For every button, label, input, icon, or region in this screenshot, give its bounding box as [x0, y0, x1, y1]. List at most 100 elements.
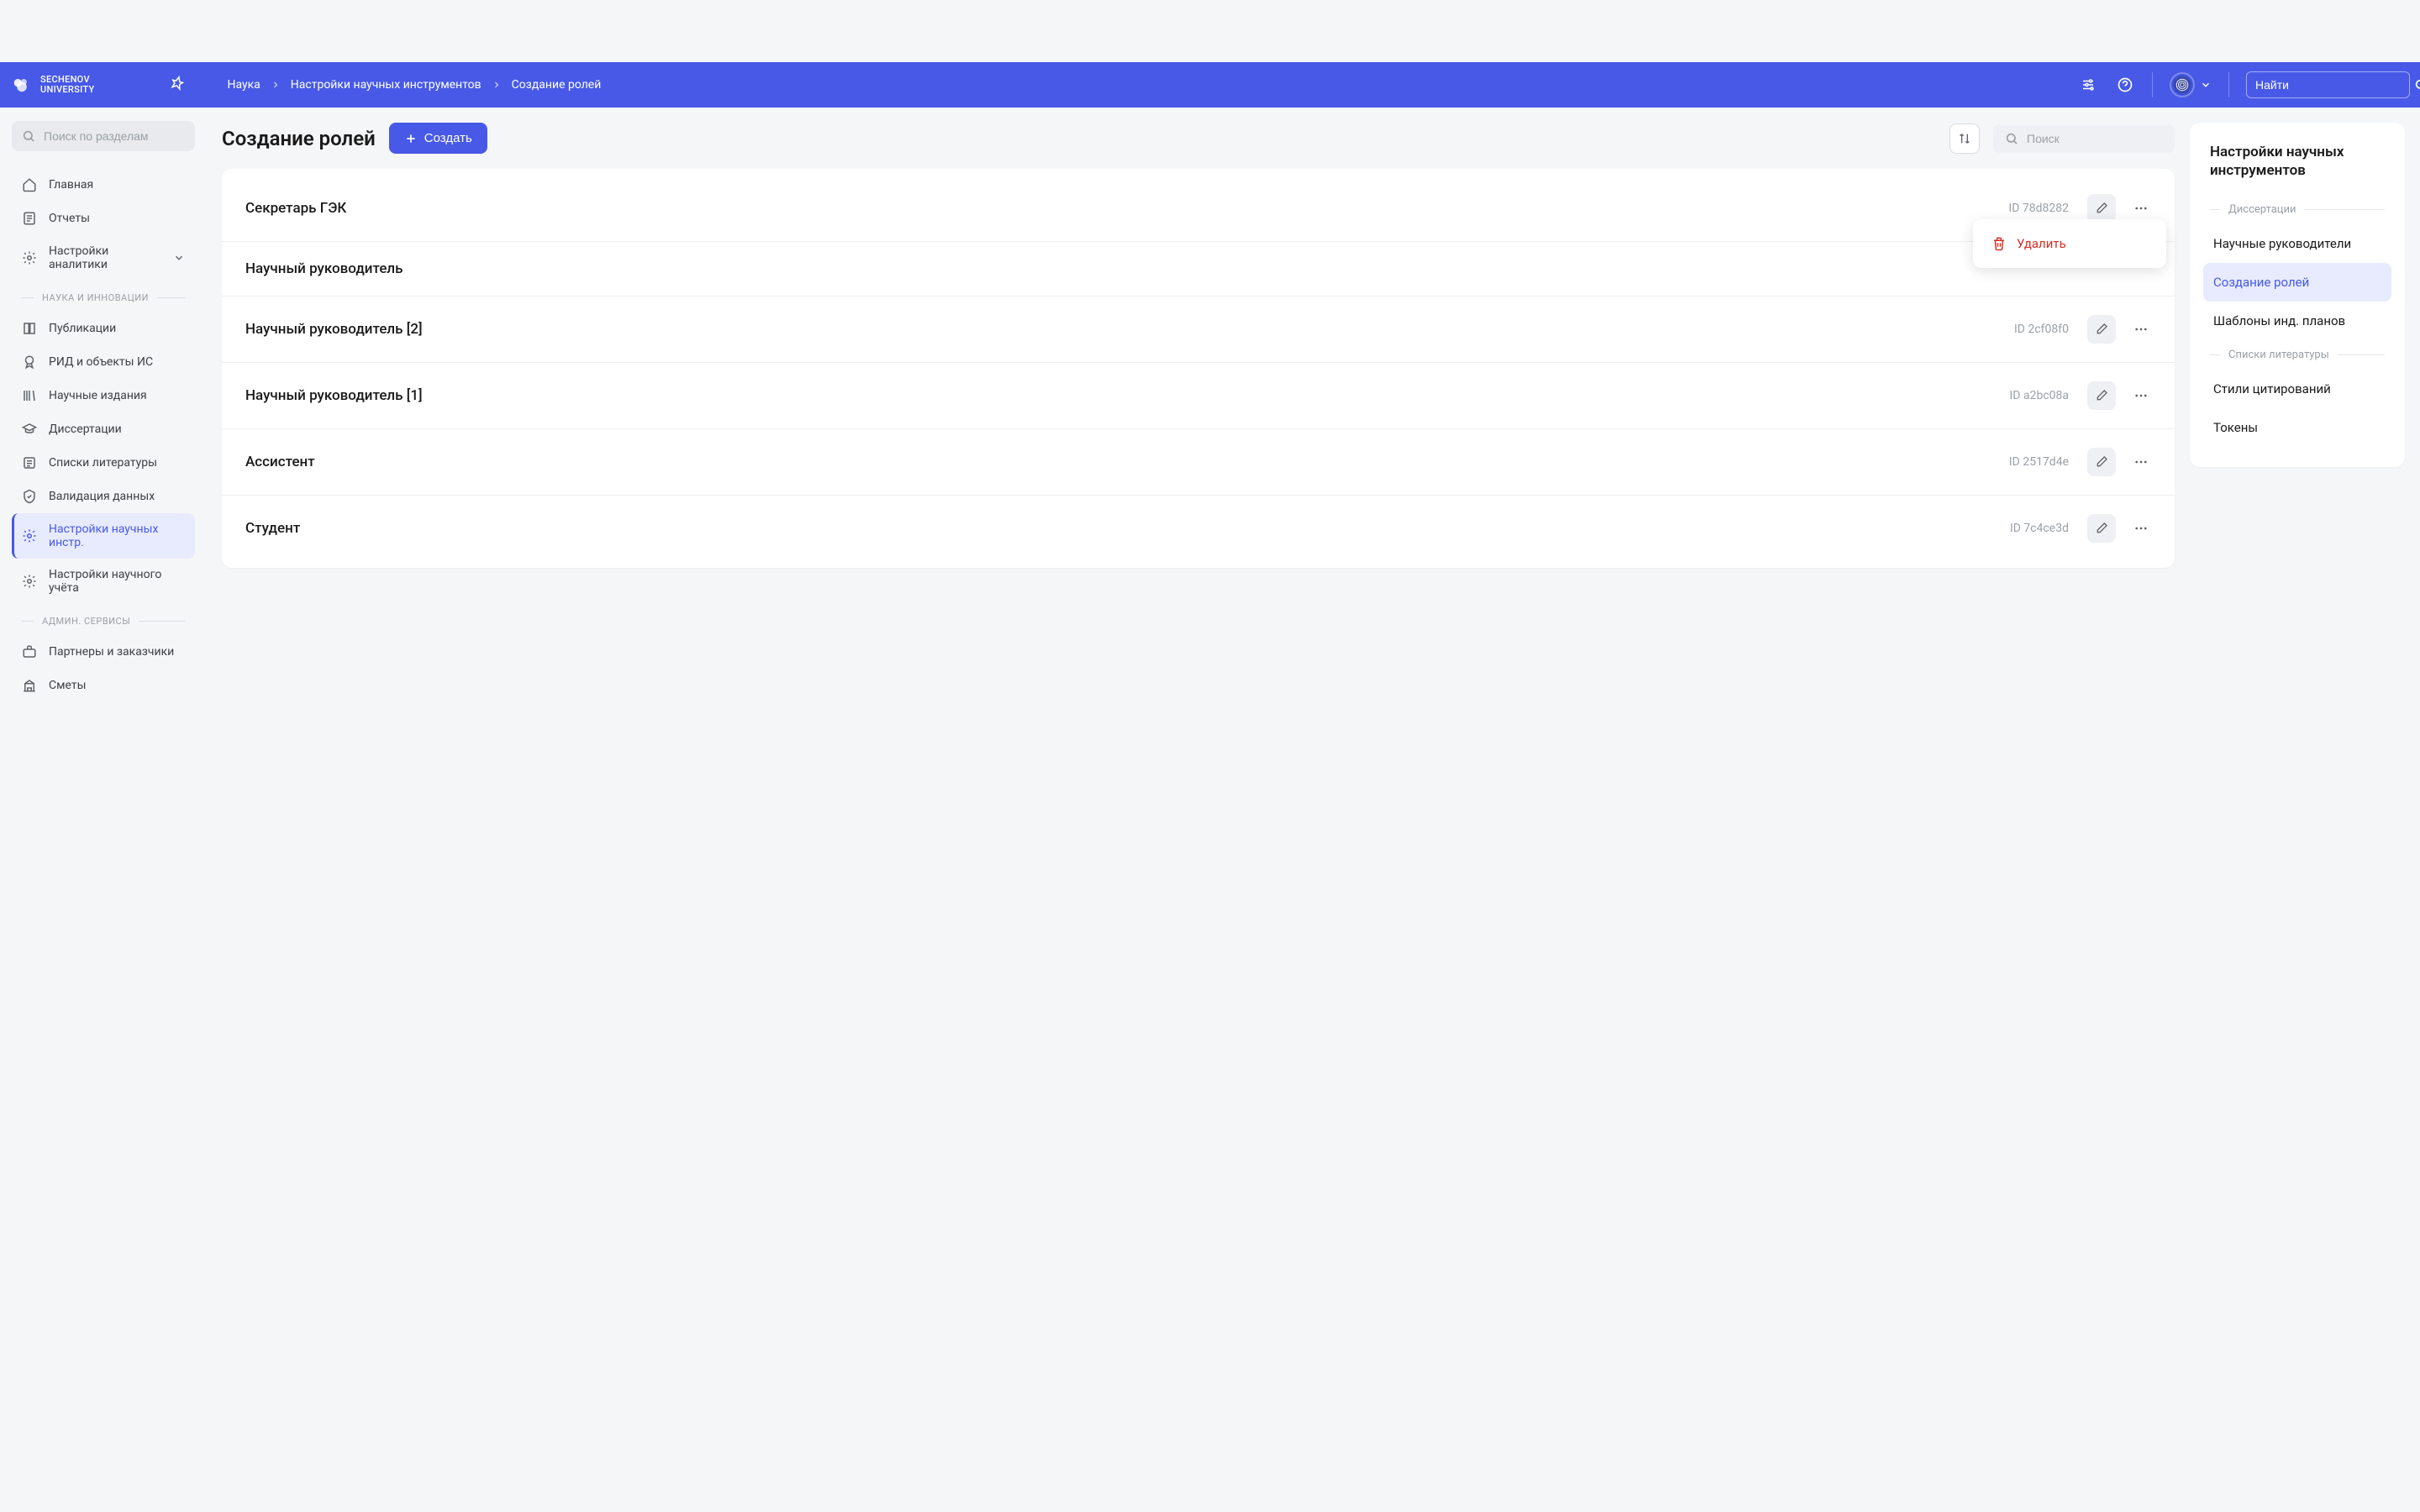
role-id: ID 2517d4e	[2009, 455, 2069, 469]
badge-icon	[22, 354, 37, 370]
role-name: Научный руководитель [1]	[245, 387, 2010, 404]
document-icon	[22, 211, 37, 226]
chevron-right-icon	[271, 80, 281, 90]
content-search[interactable]	[1993, 124, 2175, 153]
user-menu[interactable]	[2170, 72, 2212, 97]
role-id: ID 2cf08f0	[2014, 323, 2069, 336]
sidebar-item-label: Настройки научного учёта	[49, 568, 185, 595]
sort-button[interactable]	[1949, 123, 1980, 154]
book-icon	[22, 321, 37, 336]
logo-text: SECHENOV UNIVERSITY	[40, 75, 94, 95]
more-button[interactable]	[2131, 452, 2151, 472]
sidebar-section-header: НАУКА И ИННОВАЦИИ	[12, 281, 195, 312]
sidebar-item-validation[interactable]: Валидация данных	[12, 480, 195, 513]
role-row[interactable]: Научный руководитель	[222, 242, 2175, 297]
sidebar-search-input[interactable]	[44, 129, 196, 143]
right-item-supervisors[interactable]: Научные руководители	[2203, 224, 2391, 263]
logo[interactable]: SECHENOV UNIVERSITY	[10, 73, 94, 97]
search-icon	[2414, 78, 2420, 92]
sidebar-item-label: Публикации	[49, 322, 116, 335]
create-button[interactable]: Создать	[389, 123, 487, 154]
chevron-down-icon	[2200, 79, 2212, 91]
sidebar-item-budgets[interactable]: Сметы	[12, 669, 195, 702]
breadcrumb-item[interactable]: Настройки научных инструментов	[291, 78, 481, 92]
more-button[interactable]	[2131, 198, 2151, 218]
edit-button[interactable]	[2087, 194, 2116, 223]
sidebar-item-editions[interactable]: Научные издания	[12, 379, 195, 412]
header-actions	[2078, 71, 2410, 98]
trash-icon	[1991, 236, 2007, 251]
right-item-citation-styles[interactable]: Стили цитирований	[2203, 370, 2391, 408]
dots-icon	[2133, 322, 2149, 337]
content-search-input[interactable]	[2027, 132, 2179, 145]
sidebar-item-label: Списки литературы	[49, 456, 157, 470]
gear-icon	[22, 528, 37, 543]
right-section-header: Списки литературы	[2203, 340, 2391, 370]
right-item-roles[interactable]: Создание ролей	[2203, 263, 2391, 302]
sidebar-item-label: Валидация данных	[49, 490, 155, 503]
sidebar-item-label: Отчеты	[49, 212, 90, 225]
role-row[interactable]: Секретарь ГЭК ID 78d8282 Удалить	[222, 176, 2175, 242]
context-menu: Удалить	[1973, 219, 2166, 268]
right-item-tokens[interactable]: Токены	[2203, 408, 2391, 447]
more-button[interactable]	[2131, 518, 2151, 538]
role-name: Студент	[245, 520, 2010, 537]
more-button[interactable]	[2131, 386, 2151, 406]
sidebar-item-science-settings[interactable]: Настройки научных инстр.	[12, 513, 195, 559]
edit-button[interactable]	[2087, 315, 2116, 344]
edit-button[interactable]	[2087, 514, 2116, 543]
role-name: Научный руководитель	[245, 260, 2151, 277]
sidebar-item-bibliography[interactable]: Списки литературы	[12, 446, 195, 480]
role-row[interactable]: Научный руководитель [1] ID a2bc08a	[222, 363, 2175, 429]
header-search-input[interactable]	[2255, 78, 2407, 92]
avatar	[2170, 72, 2195, 97]
pencil-icon	[2095, 202, 2108, 215]
role-row[interactable]: Ассистент ID 2517d4e	[222, 429, 2175, 496]
search-icon	[22, 129, 35, 143]
page-header: Создание ролей Создать	[222, 123, 2175, 154]
dots-icon	[2133, 388, 2149, 403]
sidebar-item-home[interactable]: Главная	[12, 168, 195, 202]
dots-icon	[2133, 454, 2149, 470]
sidebar-item-rid[interactable]: РИД и объекты ИС	[12, 345, 195, 379]
edit-button[interactable]	[2087, 448, 2116, 476]
help-icon[interactable]	[2115, 75, 2135, 95]
sidebar-item-analytics-settings[interactable]: Настройки аналитики	[12, 235, 195, 281]
page-title: Создание ролей	[222, 127, 376, 150]
sidebar-item-accounting-settings[interactable]: Настройки научного учёта	[12, 559, 195, 604]
dots-icon	[2133, 201, 2149, 216]
chevron-down-icon	[173, 252, 185, 264]
sidebar-item-dissertations[interactable]: Диссертации	[12, 412, 195, 446]
role-id: ID a2bc08a	[2010, 389, 2070, 402]
role-id: ID 78d8282	[2008, 202, 2069, 215]
sidebar-item-partners[interactable]: Партнеры и заказчики	[12, 635, 195, 669]
header-search[interactable]	[2246, 71, 2410, 98]
sidebar-item-label: Настройки научных инстр.	[49, 522, 185, 549]
check-icon	[22, 489, 37, 504]
divider	[2152, 72, 2153, 97]
gear-icon	[22, 574, 37, 589]
pin-icon[interactable]	[170, 76, 185, 94]
sidebar-item-reports[interactable]: Отчеты	[12, 202, 195, 235]
breadcrumb-item[interactable]: Наука	[227, 78, 260, 92]
pencil-icon	[2095, 455, 2108, 469]
edit-button[interactable]	[2087, 381, 2116, 410]
role-name: Ассистент	[245, 454, 2009, 470]
sort-icon	[1958, 132, 1971, 145]
more-button[interactable]	[2131, 319, 2151, 339]
right-item-templates[interactable]: Шаблоны инд. планов	[2203, 302, 2391, 340]
main-content: Создание ролей Создать Секретарь ГЭК ID …	[207, 108, 2420, 716]
library-icon	[22, 388, 37, 403]
sidebar-item-label: Научные издания	[49, 389, 147, 402]
role-row[interactable]: Студент ID 7c4ce3d	[222, 496, 2175, 561]
sidebar-item-label: Настройки аналитики	[49, 244, 161, 271]
role-row[interactable]: Научный руководитель [2] ID 2cf08f0	[222, 297, 2175, 363]
chevron-right-icon	[492, 80, 502, 90]
settings-sliders-icon[interactable]	[2078, 75, 2098, 95]
sidebar-search[interactable]	[12, 121, 195, 151]
breadcrumb-item[interactable]: Создание ролей	[512, 78, 602, 92]
role-name: Секретарь ГЭК	[245, 200, 2008, 217]
role-id: ID 7c4ce3d	[2010, 522, 2069, 535]
delete-menu-item[interactable]: Удалить	[1980, 226, 2160, 261]
sidebar-item-publications[interactable]: Публикации	[12, 312, 195, 345]
